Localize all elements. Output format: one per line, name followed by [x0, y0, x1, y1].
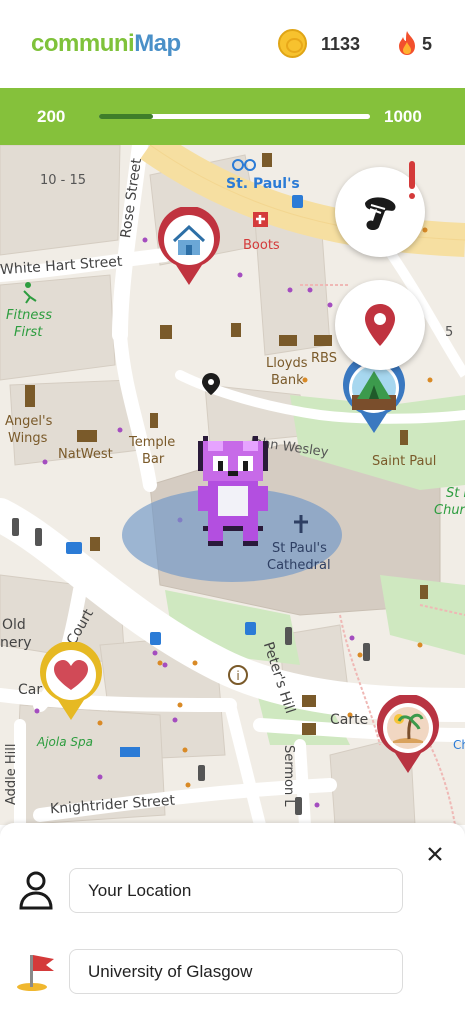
- progress-max-label: 1000: [384, 107, 422, 126]
- poi-st-r: St R: [446, 486, 465, 501]
- progress-track: [99, 114, 370, 119]
- poi-lloyds: Lloyds: [266, 356, 308, 371]
- app-logo: communiMap: [31, 30, 181, 57]
- flame-icon: [399, 31, 415, 55]
- app-root: communiMap 1133 5 200 1000 i 10 - 15 Ros…: [0, 0, 465, 1031]
- map-label-old: Old: [2, 617, 26, 633]
- destination-field[interactable]: [69, 949, 403, 994]
- poi-boots: Boots: [243, 238, 280, 253]
- location-pin-icon: [365, 304, 395, 346]
- user-icon: [19, 871, 53, 910]
- poi-saint-paul: Saint Paul: [372, 454, 437, 469]
- map-label-5: 5: [445, 325, 454, 340]
- poi-angels: Angel's: [5, 414, 53, 429]
- poi-st-pauls-station: St. Paul's: [226, 176, 300, 192]
- poi-fitness-first: First: [14, 325, 43, 340]
- quest-alert-icon: [409, 161, 415, 201]
- flag-icon: [17, 955, 54, 991]
- poi-rbs: RBS: [311, 351, 337, 366]
- street-label-carter: Carte: [330, 712, 369, 728]
- map-view[interactable]: i 10 - 15 Rose Street White Hart Street …: [0, 145, 465, 825]
- svg-text:i: i: [236, 669, 239, 683]
- coin-count: 1133: [321, 34, 361, 54]
- poi-natwest: NatWest: [58, 447, 113, 462]
- street-label-addle-hill: Addle Hill: [4, 743, 19, 805]
- poi-temple-bar: Bar: [142, 452, 165, 467]
- poi-angels-wings: Wings: [8, 431, 48, 446]
- streak-count: 5: [422, 34, 433, 54]
- location-button[interactable]: [335, 280, 425, 370]
- map-label: 10 - 15: [40, 173, 87, 188]
- close-icon[interactable]: [424, 843, 446, 865]
- from-location-field[interactable]: [69, 868, 403, 913]
- scroll-icon: [365, 197, 396, 230]
- progress-fill: [99, 114, 154, 119]
- poi-cathedral-1: St Paul's: [272, 541, 327, 556]
- poi-ch: Ch: [453, 738, 465, 752]
- coin-icon: [278, 29, 307, 58]
- player-avatar[interactable]: [198, 435, 268, 547]
- route-sheet: [0, 823, 465, 1031]
- poi-chur: Chur: [434, 503, 465, 518]
- home-marker[interactable]: [156, 207, 222, 287]
- poi-temple: Temple: [129, 435, 176, 450]
- progress-bar-section: 200 1000: [0, 88, 465, 145]
- poi-ajola-spa: Ajola Spa: [37, 735, 93, 749]
- progress-min-label: 200: [37, 107, 66, 126]
- map-label-nery: nery: [0, 635, 32, 651]
- poi-fitness: Fitness: [6, 308, 52, 323]
- street-label-sermon-lane: Sermon L: [281, 745, 296, 807]
- top-bar: communiMap 1133 5: [0, 0, 465, 88]
- poi-lloyds-bank: Bank: [271, 373, 304, 388]
- beach-marker[interactable]: [375, 695, 441, 775]
- heart-marker[interactable]: [38, 642, 104, 722]
- poi-cathedral-2: Cathedral: [267, 558, 331, 573]
